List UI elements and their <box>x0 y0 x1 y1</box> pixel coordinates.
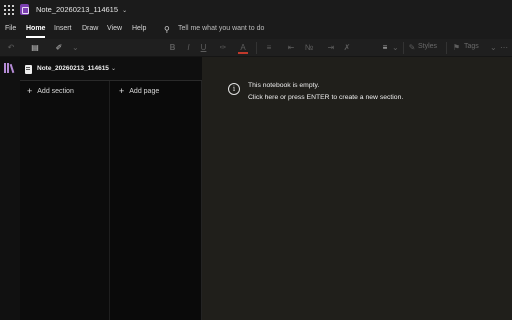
chevron-down-icon: ⌄ <box>122 8 128 14</box>
info-icon: i <box>228 83 240 95</box>
active-tab-indicator <box>26 36 45 38</box>
tab-draw[interactable]: Draw <box>82 25 98 32</box>
add-section-label: Add section <box>37 88 74 95</box>
undo-icon[interactable]: ↶ <box>6 42 16 54</box>
tab-home[interactable]: Home <box>26 25 45 32</box>
align-icon[interactable]: ≡ <box>380 42 390 54</box>
tell-me-search[interactable]: Tell me what you want to do <box>178 25 264 32</box>
underline-icon[interactable]: U <box>199 42 208 54</box>
chevron-down-icon: ⌄ <box>111 66 117 72</box>
notebook-switcher[interactable]: Note_20260213_114615 ⌄ <box>20 57 202 81</box>
plus-icon: + <box>119 86 125 96</box>
app-launcher-icon[interactable] <box>4 5 14 15</box>
tab-help[interactable]: Help <box>132 25 146 32</box>
chevron-down-icon[interactable]: ⌄ <box>72 42 79 54</box>
increase-indent-icon[interactable]: ⇥ <box>326 42 336 54</box>
italic-icon[interactable]: I <box>184 42 193 54</box>
lightbulb-icon: ⚲ <box>164 25 170 34</box>
pages-pane: + Add page <box>110 81 202 320</box>
format-painter-icon[interactable]: ✐ <box>54 42 64 54</box>
tags-icon[interactable]: ⚑ <box>452 42 461 54</box>
ribbon-toolbar: ↶ ▤ ✐ ⌄ B I U ✑ A ≡ ⇤ № ⇥ ✗ ≡ ⌄ ✎ Styles… <box>0 39 512 57</box>
decrease-indent-icon[interactable]: ⇤ <box>286 42 296 54</box>
tab-file[interactable]: File <box>5 25 16 32</box>
title-bar: Note_20260213_114615 ⌄ <box>0 0 512 20</box>
chevron-down-icon[interactable]: ⌄ <box>392 42 399 54</box>
document-title: Note_20260213_114615 <box>36 5 119 14</box>
notebooks-icon[interactable] <box>4 63 16 74</box>
more-icon[interactable]: ⋯ <box>500 42 508 54</box>
notebook-icon <box>25 65 32 74</box>
add-page-label: Add page <box>129 88 160 95</box>
empty-notebook-message: This notebook is empty. <box>248 82 320 89</box>
font-color-icon[interactable]: A <box>238 42 248 54</box>
document-title-button[interactable]: Note_20260213_114615 ⌄ <box>36 5 127 14</box>
notebook-name: Note_20260213_114615 <box>37 65 109 72</box>
styles-button[interactable]: Styles <box>418 43 437 50</box>
chevron-down-icon[interactable]: ⌄ <box>490 42 497 54</box>
styles-icon[interactable]: ✎ <box>408 42 416 54</box>
bullet-list-icon[interactable]: ≡ <box>264 42 274 54</box>
sections-pane: + Add section <box>20 81 110 320</box>
create-section-hint[interactable]: Click here or press ENTER to create a ne… <box>248 94 403 101</box>
clear-formatting-icon[interactable]: ✗ <box>342 42 352 54</box>
onenote-logo-icon <box>20 4 29 15</box>
bold-icon[interactable]: B <box>168 42 177 54</box>
highlight-icon[interactable]: ✑ <box>218 42 228 54</box>
navigation-rail <box>0 57 20 320</box>
add-section-button[interactable]: + Add section <box>27 85 74 96</box>
tags-button[interactable]: Tags <box>464 43 479 50</box>
tab-view[interactable]: View <box>107 25 122 32</box>
plus-icon: + <box>27 86 33 96</box>
tab-insert[interactable]: Insert <box>54 25 72 32</box>
numbered-list-icon[interactable]: № <box>304 42 314 54</box>
add-page-button[interactable]: + Add page <box>119 85 160 96</box>
clipboard-icon[interactable]: ▤ <box>30 42 40 54</box>
